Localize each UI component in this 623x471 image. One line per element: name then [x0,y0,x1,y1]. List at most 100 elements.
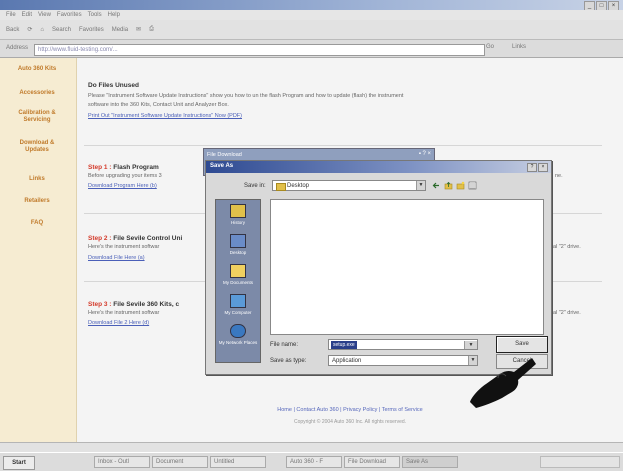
go-button[interactable]: Go [486,44,494,50]
menu-bar: File Edit View Favorites Tools Help [0,10,623,20]
desktop-icon [230,234,246,248]
place-label: History [230,220,245,225]
step-1-desc: Before upgrading your items 3 [88,173,162,179]
place-my-computer[interactable]: My Computer [218,294,258,315]
step-1-download-link[interactable]: Download Program Here (b) [88,183,157,189]
chevron-down-icon[interactable]: ▼ [416,181,425,190]
sidebar-item-kits[interactable]: Auto 360 Kits [4,66,70,73]
step-2-heading: Step 2 : File Sevile Control Uni [88,235,182,242]
help-icon[interactable]: ? [527,163,537,172]
taskbar-item[interactable]: Auto 360 - F [286,456,342,468]
menu-file[interactable]: File [6,10,16,20]
favorites-button[interactable]: Favorites [79,27,104,33]
place-network[interactable]: My Network Places [218,324,258,345]
back-arrow-icon[interactable] [432,181,441,190]
dialog-controls: ? × [527,163,548,172]
place-label: My Network Places [218,340,258,345]
step-3-desc: Here's the instrument softwar [88,310,160,316]
step-3-download-link[interactable]: Download File 2 Here (d) [88,320,149,326]
footer-links[interactable]: Home | Contact Auto 360 | Privacy Policy… [200,407,500,413]
divider [84,145,602,146]
place-desktop[interactable]: Desktop [218,234,258,255]
media-button[interactable]: Media [112,27,128,33]
pointing-hand-icon [470,358,536,408]
file-name-value: setup.exe [331,341,357,349]
step-2-desc-end: al "2" drive. [553,244,581,250]
file-type-select[interactable]: Application ▼ [328,355,478,366]
save-as-dialog: Save As ? × Save in: Desktop ▼ History D… [205,160,552,375]
intro-text-line: software into the 360 Kits, Contact Unit… [88,102,229,108]
place-label: Desktop [229,250,247,255]
history-icon [230,204,246,218]
sidebar-item-retailers[interactable]: Retailers [4,198,70,205]
system-tray [540,456,620,468]
step-3-heading: Step 3 : File Sevile 360 Kits, c [88,301,179,308]
place-history[interactable]: History [218,204,258,225]
step-number: Step 1 : [88,164,112,171]
menu-edit[interactable]: Edit [22,10,32,20]
network-places-icon [230,324,246,338]
menu-favorites[interactable]: Favorites [57,10,82,20]
step-3-desc-end: al "2" drive. [553,310,581,316]
intro-text-line: Please "Instrument Software Update Instr… [88,93,404,99]
folder-icon [276,183,286,191]
save-in-select[interactable]: Desktop ▼ [272,180,426,191]
sidebar-item-links[interactable]: Links [4,176,70,183]
close-icon[interactable]: × [538,163,548,172]
print-icon[interactable]: ⎙ [149,26,154,33]
file-name-input[interactable]: setup.exe ▼ [328,339,478,350]
sidebar-item-accessories[interactable]: Accessories [4,90,70,97]
step-number: Step 2 : [88,235,112,242]
menu-help[interactable]: Help [108,10,120,20]
search-button[interactable]: Search [52,27,71,33]
address-label: Address [6,45,29,51]
intro-heading: Do Files Unused [88,82,139,89]
my-documents-icon [230,264,246,278]
step-title: File Sevile 360 Kits, c [113,301,180,308]
taskbar-item-active[interactable]: Save As [402,456,458,468]
menu-tools[interactable]: Tools [88,10,102,20]
sidebar-item-faq[interactable]: FAQ [4,220,70,227]
address-input[interactable]: http://www.fluid-testing.com/... [34,44,485,56]
menu-view[interactable]: View [38,10,51,20]
copyright-text: Copyright © 2004 Auto 360 Inc. All right… [293,419,407,425]
file-list[interactable] [270,199,544,335]
file-type-value: Application [332,358,362,364]
sidebar-item-calibration[interactable]: Calibration & Servicing [17,110,57,124]
save-in-label: Save in: [244,183,266,189]
step-title: File Sevile Control Uni [113,235,183,242]
mail-icon[interactable]: ✉ [136,26,141,33]
taskbar-item[interactable]: Inbox - Outl [94,456,150,468]
save-in-value: Desktop [287,183,310,189]
sidebar-item-downloads[interactable]: Download & Updates [17,140,57,154]
view-menu-icon[interactable] [468,181,477,190]
step-1-heading: Step 1 : Flash Program [88,164,159,171]
up-folder-icon[interactable] [444,181,453,190]
site-sidebar: Auto 360 Kits Accessories Calibration & … [0,58,77,442]
step-2-download-link[interactable]: Download File Here (a) [88,255,145,261]
taskbar-item[interactable]: File Download [344,456,400,468]
place-my-documents[interactable]: My Documents [218,264,258,285]
chevron-down-icon[interactable]: ▼ [464,341,477,349]
refresh-icon[interactable]: ⟳ [27,26,32,33]
back-button[interactable]: Back [6,27,19,33]
start-button[interactable]: Start [3,456,35,470]
file-type-label: Save as type: [270,358,307,364]
taskbar-item[interactable]: Document [152,456,208,468]
step-title: Flash Program [113,164,159,171]
home-icon[interactable]: ⌂ [40,27,44,33]
links-button[interactable]: Links [512,44,526,50]
new-folder-icon[interactable] [456,181,465,190]
step-1-desc-end: ne. [555,173,563,179]
taskbar-item[interactable]: Untitled [210,456,266,468]
dialog-title: Save As [210,163,234,169]
close-icon[interactable]: ▪ ? × [419,151,431,157]
place-label: My Documents [222,280,253,285]
instructions-link[interactable]: Print Out "Instrument Software Update In… [88,113,242,119]
step-2-desc: Here's the instrument softwar [88,244,160,250]
dialog-title-bar: Save As ? × [206,161,551,173]
places-bar: History Desktop My Documents My Computer… [215,199,261,363]
address-bar: Address http://www.fluid-testing.com/...… [0,40,623,58]
save-button[interactable]: Save [496,336,548,353]
file-name-label: File name: [270,342,299,348]
